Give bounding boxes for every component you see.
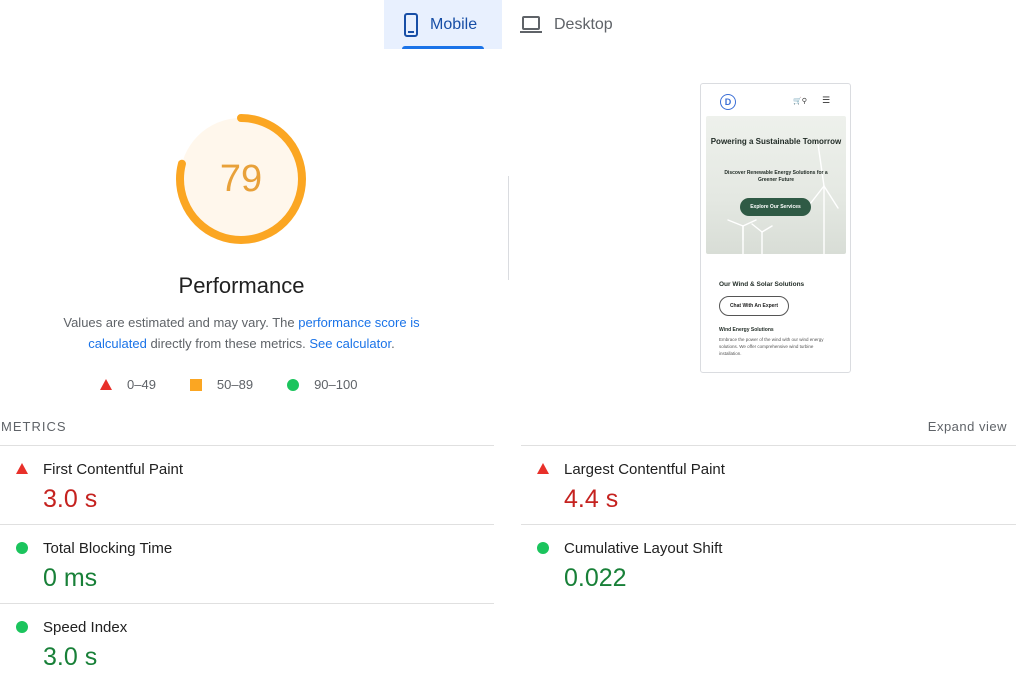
metric-value: 0 ms bbox=[43, 564, 98, 592]
metric-name: First Contentful Paint bbox=[43, 461, 184, 478]
preview-hero-subtitle: Discover Renewable Energy Solutions for … bbox=[724, 170, 828, 183]
cart-search-icon: 🛒⚲ bbox=[793, 98, 807, 105]
circle-icon bbox=[287, 378, 300, 391]
preview-sub-title: Wind Energy Solutions bbox=[719, 327, 774, 333]
metric-name: Speed Index bbox=[43, 619, 128, 636]
metric-total-blocking-time: Total Blocking Time 0 ms bbox=[0, 524, 494, 603]
triangle-icon bbox=[16, 463, 28, 474]
triangle-icon bbox=[100, 379, 112, 390]
score-legend: 0–49 50–89 90–100 bbox=[100, 377, 391, 392]
metric-value: 4.4 s bbox=[564, 485, 619, 513]
see-calculator-link[interactable]: See calculator bbox=[309, 336, 391, 351]
preview-hero: Powering a Sustainable Tomorrow Discover… bbox=[706, 116, 846, 254]
description-text-middle: directly from these metrics. bbox=[146, 336, 310, 351]
metric-largest-contentful-paint: Largest Contentful Paint 4.4 s bbox=[521, 445, 1016, 524]
expand-view-button[interactable]: Expand view bbox=[928, 419, 1007, 434]
site-logo-icon: D bbox=[720, 94, 736, 110]
triangle-icon bbox=[537, 463, 549, 474]
metric-name: Cumulative Layout Shift bbox=[564, 540, 723, 557]
hamburger-menu-icon: ☰ bbox=[822, 95, 831, 105]
performance-score: 79 bbox=[219, 157, 263, 200]
description-text: Values are estimated and may vary. The bbox=[63, 315, 299, 330]
preview-sub-description: Embrace the power of the wind with our w… bbox=[719, 337, 824, 356]
legend-item-average: 50–89 bbox=[189, 377, 254, 392]
metrics-heading: METRICS bbox=[1, 419, 67, 434]
description-suffix: . bbox=[391, 336, 395, 351]
tab-mobile-label: Mobile bbox=[430, 15, 478, 33]
preview-explore-button: Explore Our Services bbox=[740, 198, 811, 216]
circle-icon bbox=[537, 542, 549, 554]
legend-item-pass: 90–100 bbox=[287, 377, 357, 392]
legend-range-fail: 0–49 bbox=[127, 377, 156, 392]
vertical-divider bbox=[508, 176, 509, 280]
tab-mobile[interactable]: Mobile bbox=[384, 0, 502, 49]
legend-range-pass: 90–100 bbox=[314, 377, 358, 392]
circle-icon bbox=[16, 542, 28, 554]
performance-title: Performance bbox=[178, 273, 305, 298]
metric-name: Total Blocking Time bbox=[43, 540, 173, 557]
smartphone-icon bbox=[404, 12, 418, 37]
legend-range-average: 50–89 bbox=[216, 377, 254, 392]
preview-chat-button: Chat With An Expert bbox=[719, 296, 789, 316]
metric-cumulative-layout-shift: Cumulative Layout Shift 0.022 bbox=[521, 524, 1016, 603]
device-tabs: Mobile Desktop bbox=[384, 0, 642, 49]
metric-first-contentful-paint: First Contentful Paint 3.0 s bbox=[0, 445, 494, 524]
preview-section-title: Our Wind & Solar Solutions bbox=[719, 281, 805, 288]
square-icon bbox=[189, 378, 202, 391]
tab-desktop-label: Desktop bbox=[554, 15, 613, 33]
metric-value: 0.022 bbox=[564, 564, 627, 592]
metric-value: 3.0 s bbox=[43, 485, 98, 513]
circle-icon bbox=[16, 621, 28, 633]
page-screenshot-preview: D 🛒⚲ ☰ Powering a Sustainable Tomorrow D… bbox=[700, 83, 851, 373]
legend-item-fail: 0–49 bbox=[100, 377, 156, 392]
preview-hero-title: Powering a Sustainable Tomorrow bbox=[710, 137, 842, 146]
metric-speed-index: Speed Index 3.0 s bbox=[0, 603, 494, 682]
performance-description: Values are estimated and may vary. The p… bbox=[40, 312, 443, 354]
tab-desktop[interactable]: Desktop bbox=[502, 0, 642, 49]
laptop-icon bbox=[520, 15, 542, 33]
metric-value: 3.0 s bbox=[43, 643, 98, 671]
metric-name: Largest Contentful Paint bbox=[564, 461, 725, 478]
